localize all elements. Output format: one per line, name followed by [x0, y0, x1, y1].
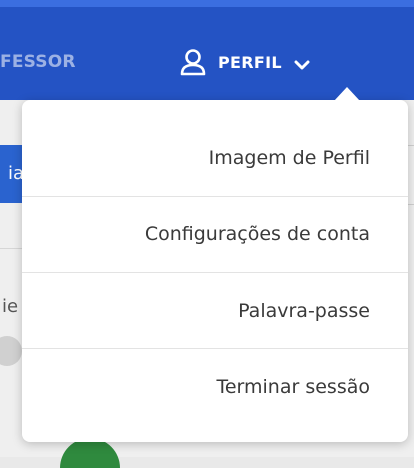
profile-menu-button[interactable]: PERFIL: [180, 44, 310, 80]
user-icon: [180, 48, 206, 76]
menu-item-logout[interactable]: Terminar sessão: [22, 349, 408, 425]
top-accent-stripe: [0, 0, 414, 7]
menu-item-account-settings[interactable]: Configurações de conta: [22, 196, 408, 272]
background-text: ie: [2, 296, 19, 317]
menu-item-profile-image[interactable]: Imagem de Perfil: [22, 120, 408, 196]
nav-item-professor[interactable]: FESSOR: [0, 52, 76, 72]
dropdown-caret: [334, 87, 360, 101]
menu-item-password[interactable]: Palavra-passe: [22, 273, 408, 349]
profile-label: PERFIL: [218, 52, 282, 72]
chevron-down-icon: [294, 56, 310, 70]
